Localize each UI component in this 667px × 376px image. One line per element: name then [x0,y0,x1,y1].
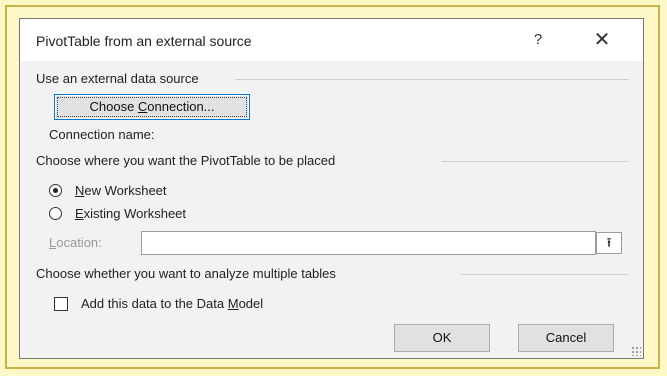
title-bar: PivotTable from an external source ? ✕ [20,19,643,61]
data-model-label[interactable]: Add this data to the Data Model [81,296,263,311]
connection-name-label: Connection name: [49,127,155,142]
location-input[interactable] [141,231,596,255]
ok-button[interactable]: OK [394,324,490,352]
section-divider [461,274,629,275]
analyze-heading: Choose whether you want to analyze multi… [36,266,336,281]
existing-worksheet-radio[interactable] [49,207,62,220]
section-divider [235,79,629,80]
pivottable-dialog: PivotTable from an external source ? ✕ U… [19,18,644,359]
cancel-button[interactable]: Cancel [518,324,614,352]
resize-grip-icon[interactable] [631,346,641,356]
section-divider [442,161,629,162]
close-icon[interactable]: ✕ [590,29,614,51]
dialog-title: PivotTable from an external source [36,33,252,49]
location-label: Location: [49,235,102,250]
existing-worksheet-label[interactable]: Existing Worksheet [75,206,186,221]
new-worksheet-radio[interactable] [49,184,62,197]
external-source-heading: Use an external data source [36,71,199,86]
new-worksheet-label[interactable]: New Worksheet [75,183,167,198]
data-model-checkbox[interactable] [54,297,68,311]
choose-connection-button[interactable]: Choose Connection... [54,94,250,120]
radio-selected-dot [53,188,58,193]
help-icon[interactable]: ? [527,29,549,51]
collapse-dialog-icon[interactable]: ⭱ [596,232,622,254]
placement-heading: Choose where you want the PivotTable to … [36,153,336,168]
